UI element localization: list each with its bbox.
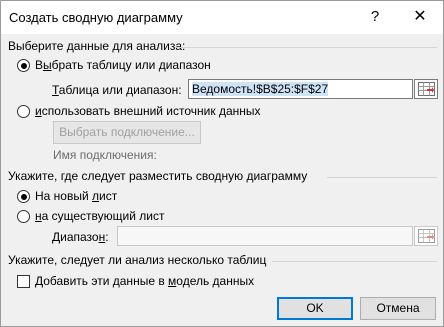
table-range-value: Ведомость!$B$25:$F$27 xyxy=(192,82,329,96)
group-divider xyxy=(175,47,437,48)
table-range-label: Таблица или диапазон: xyxy=(52,83,182,97)
radio-new-sheet-label[interactable]: На новый лист xyxy=(35,189,117,203)
place-chart-heading: Укажите, где следует разместить сводную … xyxy=(8,169,308,183)
choose-connection-button[interactable]: Выбрать подключение... xyxy=(53,121,201,144)
close-button[interactable]: ✕ xyxy=(407,5,433,29)
range-select-icon xyxy=(418,82,435,96)
add-to-data-model-label[interactable]: Добавить эти данные в модель данных xyxy=(35,274,254,288)
radio-existing-sheet-label[interactable]: на существующий лист xyxy=(35,209,164,223)
radio-external-source-label[interactable]: использовать внешний источник данных xyxy=(35,104,261,118)
select-data-heading: Выберите данные для анализа: xyxy=(8,39,186,53)
range-select-icon xyxy=(418,229,435,243)
radio-new-sheet[interactable] xyxy=(17,190,30,203)
group-divider xyxy=(327,177,437,178)
radio-external-source[interactable] xyxy=(17,105,30,118)
title-bar: Создать сводную диаграмму ? ✕ xyxy=(1,1,443,34)
add-to-data-model-checkbox[interactable] xyxy=(17,275,30,288)
location-range-collapse-button[interactable] xyxy=(414,226,438,246)
dialog-title: Создать сводную диаграмму xyxy=(9,10,183,25)
multi-table-heading: Укажите, следует ли анализ несколько таб… xyxy=(8,253,267,267)
cancel-button[interactable]: Отмена xyxy=(360,297,436,320)
radio-existing-sheet[interactable] xyxy=(17,210,30,223)
radio-select-table-label[interactable]: Выбрать таблицу или диапазон xyxy=(35,58,211,72)
help-button[interactable]: ? xyxy=(362,5,388,29)
radio-select-table[interactable] xyxy=(17,59,30,72)
location-range-input[interactable] xyxy=(117,226,413,246)
ok-button[interactable]: OK xyxy=(277,297,353,320)
group-divider xyxy=(272,261,437,262)
table-range-collapse-button[interactable] xyxy=(414,79,438,99)
table-range-input[interactable]: Ведомость!$B$25:$F$27 xyxy=(188,79,413,99)
location-range-label: Диапазон: xyxy=(52,230,109,244)
connection-name-label: Имя подключения: xyxy=(53,148,157,162)
create-pivotchart-dialog: Создать сводную диаграмму ? ✕ Выберите д… xyxy=(0,0,444,327)
